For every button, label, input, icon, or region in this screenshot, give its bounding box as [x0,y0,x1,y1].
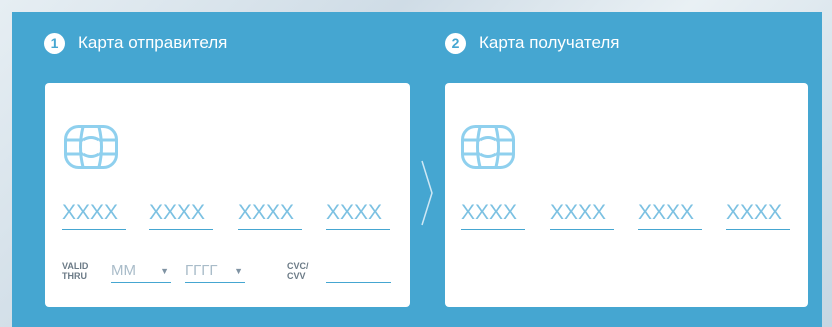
chevron-right-icon [421,160,433,226]
card-chip-icon [64,125,118,169]
expiry-year-select[interactable]: ГГГГ ▼ [185,259,245,283]
step-number-badge: 2 [445,32,466,54]
recipient-card [445,83,808,307]
recipient-card-number-3[interactable] [638,198,702,230]
sender-title: Карта отправителя [78,33,228,52]
sender-card-number-3[interactable] [238,198,302,230]
card-chip-icon [461,125,515,169]
expiry-month-select[interactable]: ММ ▼ [111,259,171,283]
year-placeholder: ГГГГ [185,262,218,279]
triangle-down-icon: ▼ [234,265,243,276]
recipient-card-number-4[interactable] [726,198,790,230]
step-number-badge: 1 [44,32,65,54]
sender-card-number-1[interactable] [62,198,126,230]
recipient-card-number-1[interactable] [461,198,525,230]
month-placeholder: ММ [111,262,136,279]
sender-card-number-2[interactable] [149,198,213,230]
cvc-field[interactable] [326,259,391,283]
card-transfer-panel: 1 Карта отправителя 2 Карта получателя V… [12,12,822,327]
cvc-label: CVC/ CVV [287,261,309,281]
recipient-title: Карта получателя [479,33,620,52]
valid-thru-label: VALID THRU [62,261,89,281]
sender-card: VALID THRU ММ ▼ ГГГГ ▼ CVC/ CVV [45,83,410,307]
recipient-card-number-2[interactable] [550,198,614,230]
sender-card-number-4[interactable] [326,198,390,230]
triangle-down-icon: ▼ [160,265,169,276]
recipient-step-title: 2 Карта получателя [445,32,619,54]
sender-step-title: 1 Карта отправителя [44,32,227,54]
